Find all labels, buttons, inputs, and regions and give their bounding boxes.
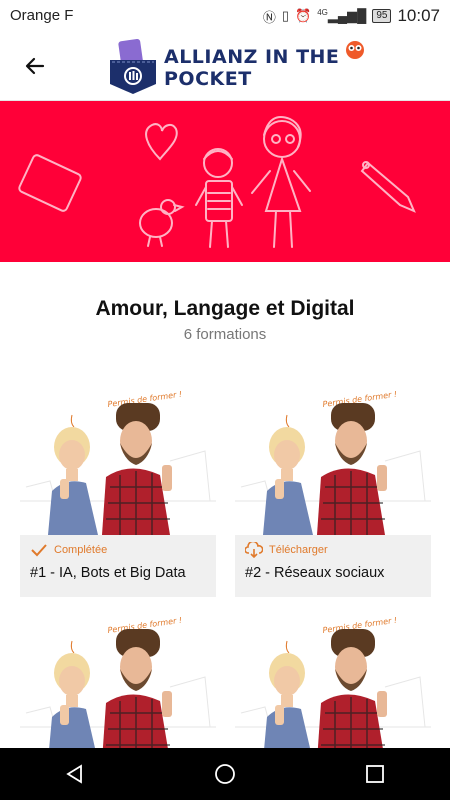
nfc-icon: Ⓝ xyxy=(262,9,276,25)
arrow-left-icon xyxy=(25,57,45,75)
card-status-label: Complétée xyxy=(54,544,108,556)
signal-icon: 4G▂▄▆█ xyxy=(317,8,367,23)
formation-card-1[interactable]: Permis de former ! Complétée #1 - IA, Bo… xyxy=(20,391,216,597)
triangle-back-icon xyxy=(66,764,82,784)
nav-back-button[interactable] xyxy=(50,754,100,794)
status-icons: Ⓝ ▯ ⏰ 4G▂▄▆█ 95 10:07 xyxy=(263,6,440,26)
nav-home-button[interactable] xyxy=(200,754,250,794)
pen-doodle xyxy=(360,161,416,213)
cloud-download-icon xyxy=(245,542,263,558)
pocket-logo-icon xyxy=(110,39,156,94)
heart-doodle xyxy=(145,123,178,161)
carrier-name: Orange F xyxy=(10,7,74,24)
alarm-icon: ⏰ xyxy=(295,8,312,23)
owl-mascot-icon xyxy=(346,41,364,59)
card-status-label: Télécharger xyxy=(269,544,328,556)
check-icon xyxy=(31,544,47,557)
tablet-doodle xyxy=(18,154,82,212)
man-doodle xyxy=(203,148,233,178)
formation-poster: Permis de former ! xyxy=(20,617,216,761)
system-nav-bar xyxy=(0,748,450,800)
banner-illustration xyxy=(18,116,416,248)
circle-home-icon xyxy=(215,764,235,784)
formation-card-2[interactable]: Permis de former ! Télécharger #2 - Rése… xyxy=(235,391,431,597)
app-bar: ALLIANZ IN THE POCKET xyxy=(0,32,450,101)
category-banner xyxy=(0,101,450,262)
logo-text: ALLIANZ IN THE POCKET xyxy=(164,46,340,90)
status-bar: Orange F Ⓝ ▯ ⏰ 4G▂▄▆█ 95 10:07 xyxy=(0,0,450,32)
card-title: #1 - IA, Bots et Big Data xyxy=(30,565,186,581)
battery-icon: 95 xyxy=(372,9,392,23)
formation-card-3[interactable]: Permis de former ! xyxy=(20,617,216,761)
formation-card-4[interactable]: Permis de former ! xyxy=(235,617,431,761)
vibrate-icon: ▯ xyxy=(281,8,290,23)
page-title: Amour, Langage et Digital xyxy=(95,297,355,320)
formation-poster: Permis de former ! xyxy=(235,391,431,535)
formation-count: 6 formations xyxy=(183,326,267,343)
square-recents-icon xyxy=(366,765,384,783)
app-logo: ALLIANZ IN THE POCKET xyxy=(108,38,418,98)
card-status[interactable]: Télécharger xyxy=(235,535,431,565)
back-button[interactable] xyxy=(18,49,52,83)
card-status: Complétée xyxy=(20,535,216,565)
nav-recents-button[interactable] xyxy=(350,754,400,794)
clock: 10:07 xyxy=(397,6,440,25)
formation-poster: Permis de former ! xyxy=(20,391,216,535)
formation-poster: Permis de former ! xyxy=(235,617,431,761)
card-title: #2 - Réseaux sociaux xyxy=(245,565,385,581)
